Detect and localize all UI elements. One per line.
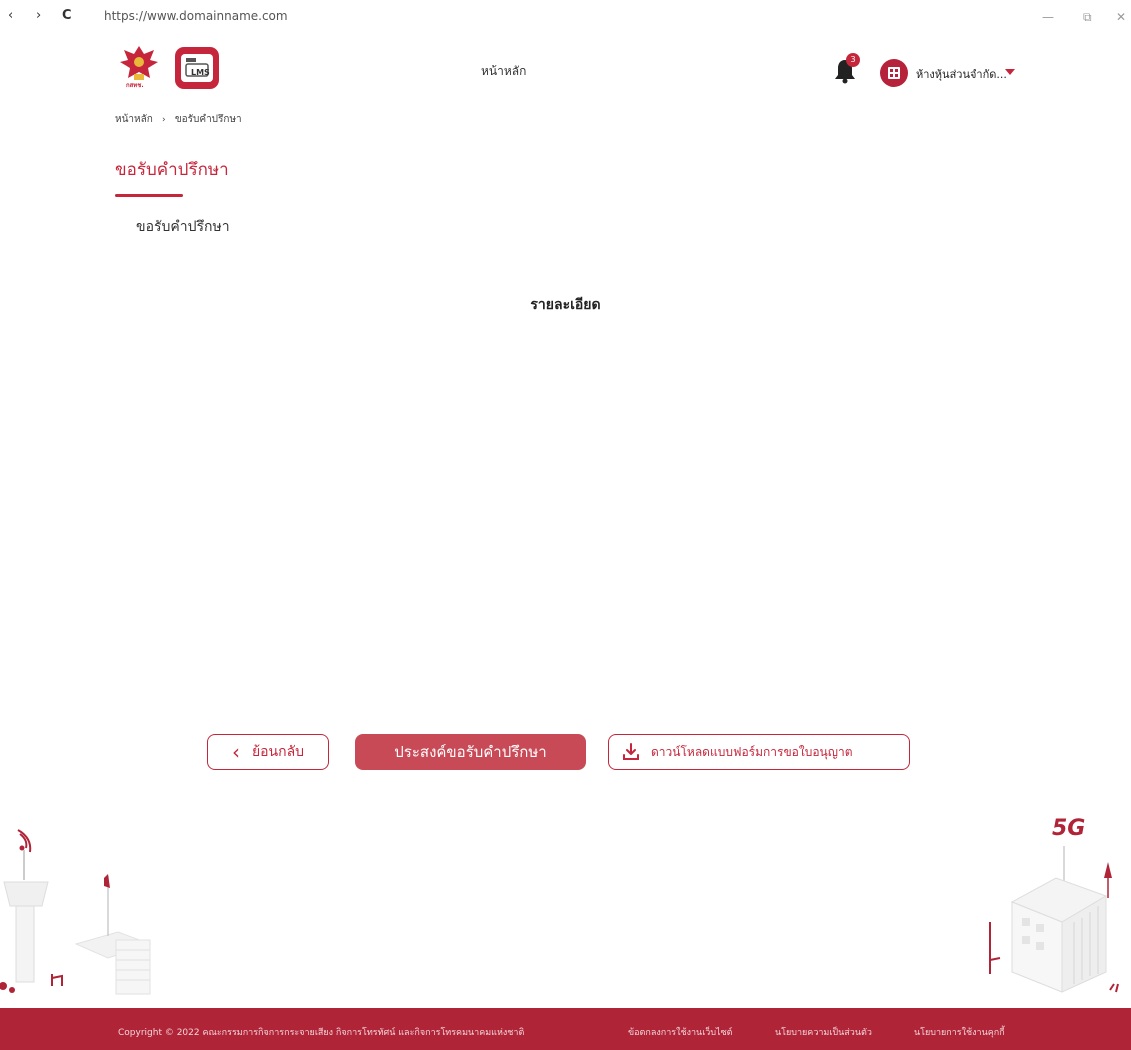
url-bar[interactable]: https://www.domainname.com — [104, 9, 288, 23]
breadcrumb-home[interactable]: หน้าหลัก — [115, 114, 153, 125]
footer-terms-link[interactable]: ข้อตกลงการใช้งานเว็บไซต์ — [628, 1025, 733, 1039]
back-button-label: ย้อนกลับ — [251, 744, 305, 760]
request-button-label: ประสงค์ขอรับคำปรึกษา — [394, 743, 547, 761]
browser-bar: ‹ › C https://www.domainname.com — ⧉ ✕ — [0, 0, 1131, 34]
request-consultation-button[interactable]: ประสงค์ขอรับคำปรึกษา — [355, 734, 586, 770]
lms-logo-text: LMS — [191, 68, 210, 77]
telecom-tower-illustration — [0, 829, 152, 995]
reload-icon[interactable]: C — [62, 8, 72, 23]
user-name[interactable]: ห้างหุ้นส่วนจำกัด... — [916, 65, 1007, 83]
footer-cookies-link[interactable]: นโยบายการใช้งานคุกกี้ — [914, 1025, 1005, 1039]
details-heading: รายละเอียด — [530, 297, 601, 313]
breadcrumb-current: ขอรับคำปรึกษา — [174, 114, 242, 125]
close-icon[interactable]: ✕ — [1116, 10, 1126, 24]
restore-icon[interactable]: ⧉ — [1083, 10, 1092, 25]
back-nav-icon[interactable]: ‹ — [8, 8, 13, 23]
breadcrumb: หน้าหลัก › ขอรับคำปรึกษา — [115, 112, 242, 127]
download-button-label: ดาวน์โหลดแบบฟอร์มการขอใบอนุญาต — [651, 744, 853, 759]
back-button[interactable]: ‹ ย้อนกลับ — [207, 734, 329, 770]
footer: Copyright © 2022 คณะกรรมการกิจการกระจายเ… — [0, 1008, 1131, 1050]
page-title: ขอรับคำปรึกษา — [115, 160, 229, 180]
nbtc-logo[interactable]: กสทช. — [114, 42, 164, 94]
footer-copyright: Copyright © 2022 คณะกรรมการกิจการกระจายเ… — [118, 1028, 525, 1038]
download-form-button[interactable]: ดาวน์โหลดแบบฟอร์มการขอใบอนุญาต — [608, 734, 910, 770]
5g-building-illustration: 5G — [982, 812, 1131, 1004]
footer-privacy-link[interactable]: นโยบายความเป็นส่วนตัว — [775, 1025, 872, 1039]
minimize-icon[interactable]: — — [1042, 10, 1054, 24]
chevron-down-icon[interactable] — [1005, 69, 1015, 75]
title-underline — [115, 194, 183, 197]
download-icon — [623, 743, 639, 760]
lms-logo[interactable]: LMS — [174, 46, 220, 90]
breadcrumb-separator-icon: › — [162, 115, 166, 125]
5g-label: 5G — [1052, 816, 1086, 841]
forward-nav-icon[interactable]: › — [36, 8, 41, 23]
building-icon — [888, 67, 900, 79]
nav-home-link[interactable]: หน้าหลัก — [481, 62, 526, 81]
logo-text: กสทช. — [126, 82, 144, 89]
user-avatar[interactable] — [880, 59, 908, 87]
chevron-left-icon: ‹ — [231, 740, 240, 764]
section-subtitle: ขอรับคำปรึกษา — [136, 219, 230, 235]
notification-badge: 3 — [846, 53, 860, 67]
